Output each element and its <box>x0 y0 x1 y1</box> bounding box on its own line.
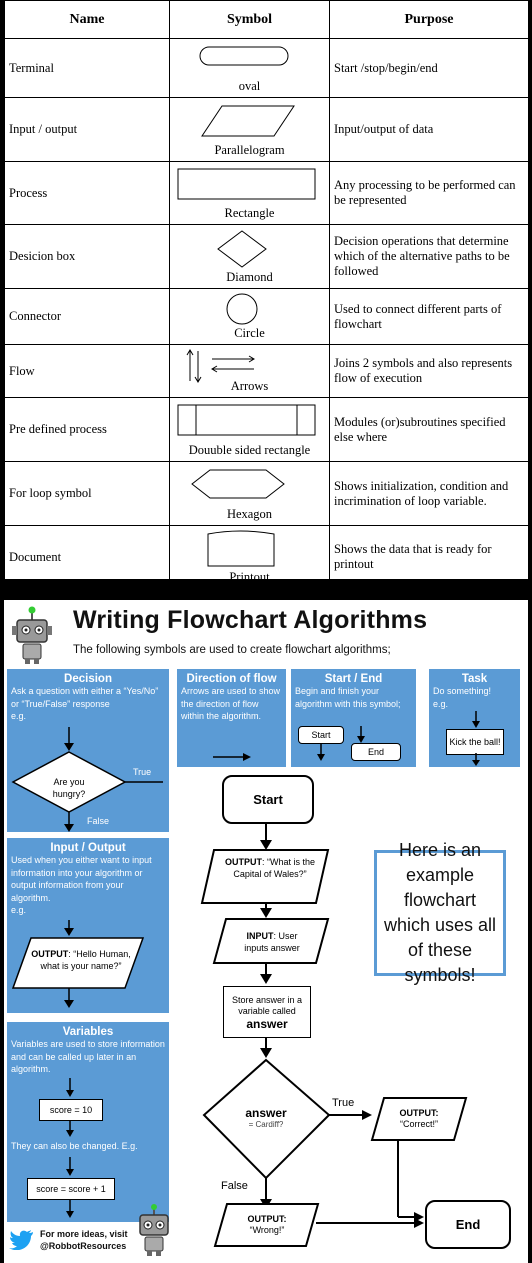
table-header-row: Name Symbol Purpose <box>4 0 529 39</box>
flow-store-process: Store answer in a variable called answer <box>223 986 311 1038</box>
symbol-caption: Printout <box>229 570 270 584</box>
flow-output-wrong: OUTPUT: “Wrong!” <box>222 1214 312 1236</box>
flow-start-terminal: Start <box>222 775 314 824</box>
row-name: Process <box>4 161 170 225</box>
flow-end-terminal: End <box>425 1200 511 1249</box>
flow-input-keyword: INPUT <box>246 931 274 941</box>
symbol-caption: Parallelogram <box>214 143 285 157</box>
flow-output-keyword: OUTPUT <box>224 857 262 867</box>
symbols-table-section: Name Symbol Purpose Terminal oval Start … <box>4 0 529 589</box>
row-purpose: Modules (or)subroutines specified else w… <box>329 397 529 462</box>
symbol-caption: Diamond <box>226 270 273 284</box>
example-note: Here is an example flowchart which uses … <box>374 840 506 985</box>
symbol-caption: Arrows <box>230 379 269 393</box>
row-purpose: Shows the data that is ready for printou… <box>329 525 529 589</box>
row-name: Document <box>4 525 170 589</box>
symbol-caption: Circle <box>234 326 265 340</box>
symbols-table: Name Symbol Purpose Terminal oval Start … <box>4 0 529 589</box>
flow-wrong-text: “Wrong!” <box>249 1225 285 1235</box>
row-name: For loop symbol <box>4 461 170 526</box>
table-row: Document Printout Shows the data that is… <box>4 525 529 589</box>
flow-true-label: True <box>332 1097 355 1109</box>
table-row: For loop symbol Hexagon Shows initializa… <box>4 461 529 526</box>
row-purpose: Shows initialization, condition and incr… <box>329 461 529 526</box>
flow-decision-keyword: answer <box>245 1106 287 1120</box>
header-purpose: Purpose <box>329 0 529 39</box>
table-row: Input / output Parallelogram Input/outpu… <box>4 97 529 162</box>
flow-wrong-keyword: OUTPUT: <box>247 1214 287 1224</box>
row-name: Desicion box <box>4 224 170 289</box>
row-purpose: Start /stop/begin/end <box>329 38 529 98</box>
row-purpose: Input/output of data <box>329 97 529 162</box>
flow-output-question: OUTPUT: “What is the Capital of Wales?” <box>224 856 316 880</box>
table-row: Pre defined process Douuble sided rectan… <box>4 397 529 462</box>
row-purpose: Decision operations that determine which… <box>329 224 529 289</box>
flow-decision-condition: = Cardiff? <box>248 1120 284 1129</box>
row-name: Pre defined process <box>4 397 170 462</box>
table-row: Desicion box Diamond Decision operations… <box>4 224 529 289</box>
row-name: Connector <box>4 288 170 345</box>
table-row: Process Rectangle Any processing to be p… <box>4 161 529 225</box>
header-name: Name <box>4 0 170 39</box>
flow-store-text: Store answer in a variable called <box>231 994 303 1016</box>
table-row: Connector Circle Used to connect differe… <box>4 288 529 345</box>
flow-correct-keyword: OUTPUT: <box>399 1108 439 1118</box>
symbol-caption: Rectangle <box>224 206 275 220</box>
header-symbol: Symbol <box>169 0 330 39</box>
row-name: Terminal <box>4 38 170 98</box>
row-name: Input / output <box>4 97 170 162</box>
flowchart-poster: Writing Flowchart Algorithms The followi… <box>4 600 528 1263</box>
table-row: Flow Arrows Joins 2 symbols and also rep… <box>4 344 529 398</box>
symbol-caption: Douuble sided rectangle <box>188 443 311 457</box>
table-row: Terminal oval Start /stop/begin/end <box>4 38 529 98</box>
flow-correct-text: “Correct!” <box>400 1119 438 1129</box>
flow-decision-text: answer = Cardiff? <box>222 1106 310 1129</box>
flow-store-keyword: answer <box>246 1016 288 1031</box>
symbol-caption: oval <box>238 79 261 93</box>
row-name: Flow <box>4 344 170 398</box>
flow-false-label: False <box>221 1180 248 1192</box>
row-purpose: Joins 2 symbols and also represents flow… <box>329 344 529 398</box>
flow-output-correct: OUTPUT: “Correct!” <box>376 1108 462 1130</box>
flow-input-answer: INPUT: User inputs answer <box>234 930 310 954</box>
row-purpose: Used to connect different parts of flowc… <box>329 288 529 345</box>
symbol-caption: Hexagon <box>226 507 273 521</box>
row-purpose: Any processing to be performed can be re… <box>329 161 529 225</box>
